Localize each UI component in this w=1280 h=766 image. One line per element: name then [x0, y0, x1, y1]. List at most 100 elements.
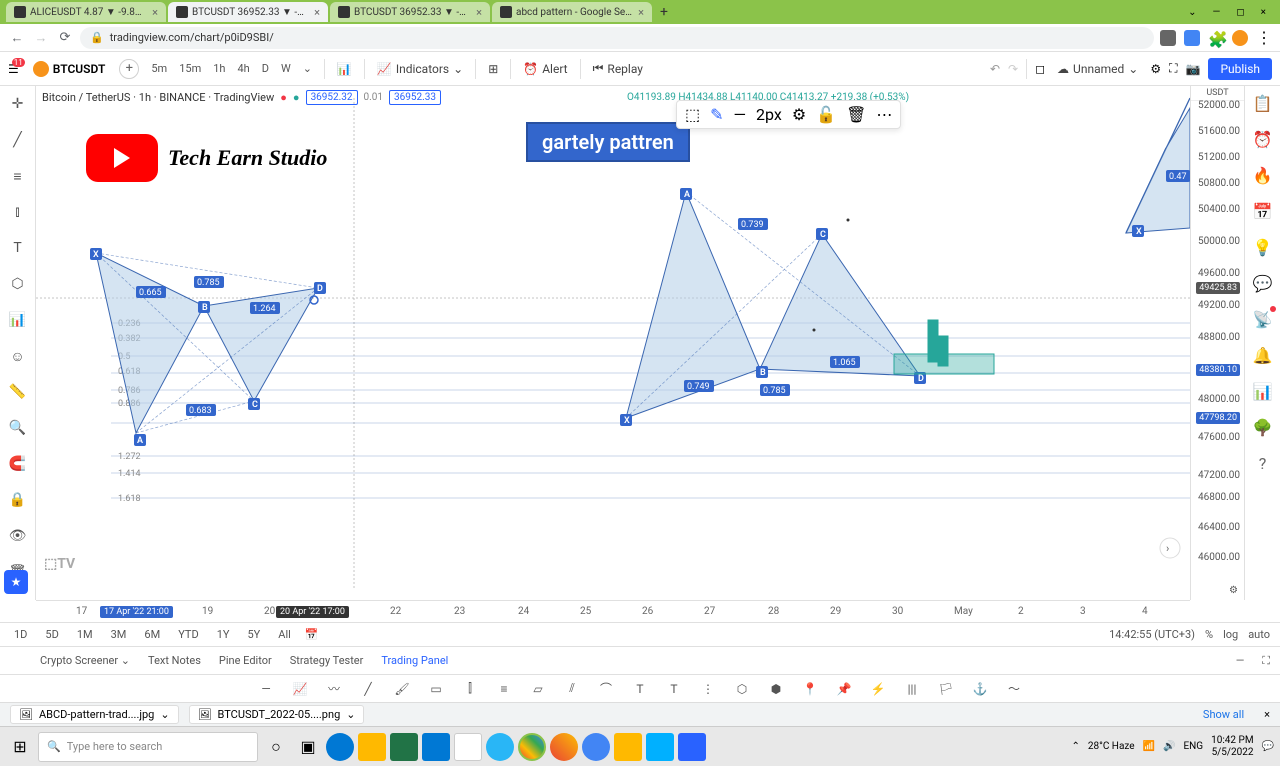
range-1m[interactable]: 1M: [73, 626, 97, 643]
layout-name[interactable]: ☁ Unnamed ⌄: [1053, 60, 1142, 78]
scale-log[interactable]: log: [1223, 628, 1238, 641]
object-tree-icon[interactable]: 🌳: [1252, 416, 1274, 438]
indicators-button[interactable]: 📈 Indicators ⌄: [373, 60, 467, 78]
chat-icon[interactable]: 💬: [1252, 272, 1274, 294]
star-icon[interactable]: ★: [4, 570, 28, 594]
style-icon[interactable]: ⬚: [685, 105, 700, 124]
undo-button[interactable]: ↶: [990, 62, 1000, 76]
fib-tool[interactable]: ≡: [6, 164, 30, 188]
panel-pine-editor[interactable]: Pine Editor: [219, 654, 272, 667]
extensions-menu-icon[interactable]: 🧩: [1208, 30, 1224, 46]
chrome-icon[interactable]: [518, 733, 546, 761]
tool-trend[interactable]: 📈: [290, 679, 310, 699]
redo-button[interactable]: ↷: [1008, 62, 1018, 76]
panel-trading[interactable]: Trading Panel: [381, 654, 448, 667]
line-icon[interactable]: —: [734, 105, 747, 124]
camera-icon[interactable]: 📷: [1185, 62, 1200, 76]
range-5d[interactable]: 5D: [41, 626, 62, 643]
download-item[interactable]: 🖼BTCUSDT_2022-05....png⌄: [189, 705, 365, 724]
hotlist-icon[interactable]: 🔥: [1252, 164, 1274, 186]
app-icon[interactable]: [646, 733, 674, 761]
tf-d[interactable]: D: [258, 60, 273, 77]
tool-bars[interactable]: |||: [902, 679, 922, 699]
language-icon[interactable]: ENG: [1183, 741, 1203, 752]
replay-button[interactable]: ⏮ Replay: [589, 59, 647, 78]
menu-icon[interactable]: ☰11: [8, 62, 19, 76]
browser-tab-1[interactable]: ALICEUSDT 4.87 ▼ -9.81% usma×: [6, 2, 166, 22]
tool-channel[interactable]: ⫽: [562, 679, 582, 699]
wifi-icon[interactable]: 📶: [1143, 741, 1155, 752]
more-icon[interactable]: ⋯: [876, 105, 892, 124]
tool-curve[interactable]: ～: [1004, 679, 1024, 699]
telegram-icon[interactable]: [486, 733, 514, 761]
time-axis[interactable]: 17 17 Apr '22 21:00 19 20 20 Apr '22 17:…: [36, 600, 1190, 622]
tool-arc[interactable]: ⌒: [596, 679, 616, 699]
pitchfork-tool[interactable]: ⫾: [6, 200, 30, 224]
panel-text-notes[interactable]: Text Notes: [148, 654, 201, 667]
price-axis[interactable]: USDT 52000.00 51600.00 51200.00 50800.00…: [1190, 86, 1244, 600]
tool-rect[interactable]: ▭: [426, 679, 446, 699]
eye-tool[interactable]: 👁: [6, 524, 30, 548]
tool-xabcd[interactable]: ⬡: [732, 679, 752, 699]
edge-icon[interactable]: [326, 733, 354, 761]
text-tool[interactable]: T: [6, 236, 30, 260]
fullscreen-icon[interactable]: ⛶: [1169, 61, 1177, 76]
range-all[interactable]: All: [274, 626, 295, 643]
close-window-icon[interactable]: ×: [1261, 7, 1266, 18]
tool-note[interactable]: T: [664, 679, 684, 699]
tool-sep[interactable]: ⋮: [698, 679, 718, 699]
symbol-selector[interactable]: BTCUSDT: [27, 59, 112, 79]
excel-icon[interactable]: [390, 733, 418, 761]
clock-display[interactable]: 10:42 PM 5/5/2022: [1211, 735, 1253, 759]
browser-tab-3[interactable]: BTCUSDT 36952.33 ▼ -6.9% —×: [330, 2, 490, 22]
range-1d[interactable]: 1D: [10, 626, 31, 643]
goto-date-icon[interactable]: 📅: [305, 628, 319, 641]
close-icon[interactable]: ×: [476, 6, 482, 19]
tf-1h[interactable]: 1h: [209, 60, 229, 77]
add-symbol-button[interactable]: +: [119, 59, 139, 79]
chrome-canary-icon[interactable]: [550, 733, 578, 761]
scale-auto[interactable]: auto: [1248, 628, 1270, 641]
tf-dropdown-icon[interactable]: ⌄: [299, 60, 316, 77]
tool-para[interactable]: ▱: [528, 679, 548, 699]
watchlist-icon[interactable]: 📋: [1252, 92, 1274, 114]
tool-brush[interactable]: 🖌: [392, 679, 412, 699]
tool-short[interactable]: 📌: [834, 679, 854, 699]
weather-display[interactable]: 28°C Haze: [1088, 741, 1135, 752]
tool-text[interactable]: T: [630, 679, 650, 699]
tool-anchor[interactable]: ⚓: [970, 679, 990, 699]
maximize-icon[interactable]: ◻: [1236, 7, 1244, 18]
forecast-tool[interactable]: 📊: [6, 308, 30, 332]
browser-tab-4[interactable]: abcd pattern - Google Search×: [492, 2, 652, 22]
start-button[interactable]: ⊞: [6, 733, 34, 761]
stream-icon[interactable]: 📡: [1252, 308, 1274, 330]
back-button[interactable]: ←: [8, 29, 26, 47]
app-icon[interactable]: [454, 733, 482, 761]
minimize-panel-icon[interactable]: —: [1236, 654, 1245, 667]
close-downloads-icon[interactable]: ×: [1264, 708, 1270, 721]
app-icon[interactable]: [678, 733, 706, 761]
ideas-icon[interactable]: 💡: [1252, 236, 1274, 258]
publish-button[interactable]: Publish: [1208, 58, 1272, 80]
zoom-tool[interactable]: 🔍: [6, 416, 30, 440]
tray-chevron-icon[interactable]: ⌃: [1071, 741, 1079, 752]
range-3m[interactable]: 3M: [107, 626, 131, 643]
calendar-icon[interactable]: 📅: [1252, 200, 1274, 222]
tf-w[interactable]: W: [277, 60, 295, 77]
pattern-tool[interactable]: ⬡: [6, 272, 30, 296]
browser-tab-2[interactable]: BTCUSDT 36952.33 ▼ -6.9% Un×: [168, 2, 328, 22]
range-1y[interactable]: 1Y: [213, 626, 234, 643]
chevron-down-icon[interactable]: ⌄: [1188, 7, 1196, 18]
new-tab-button[interactable]: +: [654, 4, 674, 20]
forward-button[interactable]: →: [32, 29, 50, 47]
extension-icon[interactable]: [1160, 30, 1176, 46]
app-icon[interactable]: [614, 733, 642, 761]
tool-abcd[interactable]: ⬢: [766, 679, 786, 699]
magnet-tool[interactable]: 🧲: [6, 452, 30, 476]
chart-type-button[interactable]: 📊: [333, 60, 356, 78]
tool-flag[interactable]: 🏳: [936, 679, 956, 699]
help-icon[interactable]: ?: [1252, 452, 1274, 474]
notifications-icon[interactable]: 💬: [1262, 741, 1274, 752]
tool-ray[interactable]: ╱: [358, 679, 378, 699]
range-5y[interactable]: 5Y: [243, 626, 264, 643]
